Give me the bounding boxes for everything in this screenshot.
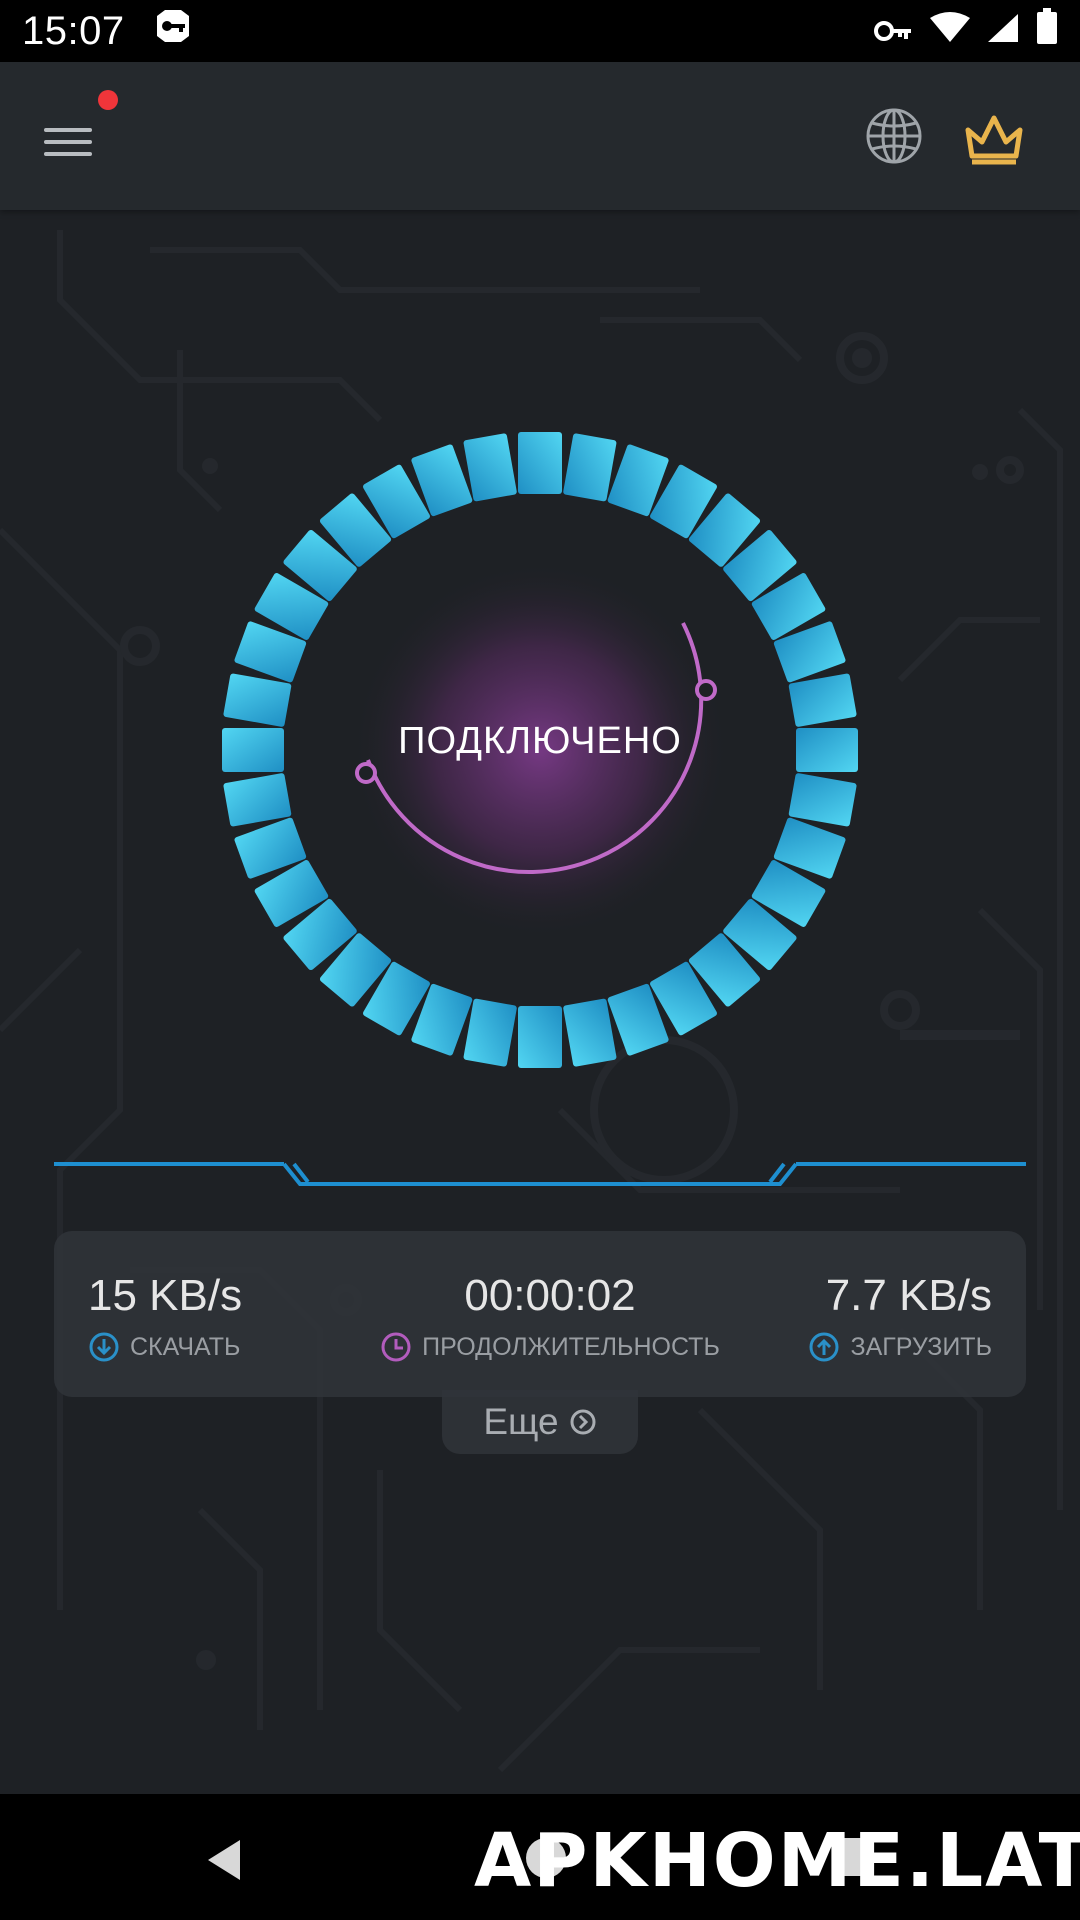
ring-segment	[518, 432, 562, 494]
ring-segment	[788, 673, 857, 727]
upload-stat: 7.7 KB/s ЗАГРУЗИТЬ	[808, 1271, 992, 1363]
premium-button[interactable]	[960, 104, 1028, 172]
upload-label: ЗАГРУЗИТЬ	[850, 1332, 992, 1361]
arc-start-dot	[355, 762, 377, 784]
download-stat: 15 KB/s СКАЧАТЬ	[88, 1271, 242, 1363]
back-icon[interactable]	[200, 1834, 252, 1886]
divider-line	[54, 1162, 1026, 1186]
duration-label: ПРОДОЛЖИТЕЛЬНОСТЬ	[422, 1332, 720, 1361]
battery-icon	[1036, 8, 1058, 54]
connection-duration: 00:00:02	[464, 1271, 636, 1320]
ring-segment	[463, 998, 517, 1067]
server-location-button[interactable]	[862, 104, 926, 168]
app-bar	[0, 62, 1080, 210]
ring-segment	[223, 673, 292, 727]
ring-segment	[563, 998, 617, 1067]
ring-segment	[518, 1006, 562, 1068]
wifi-icon	[930, 9, 970, 54]
vpn-key-status-icon	[151, 8, 195, 54]
arc-end-dot	[695, 679, 717, 701]
download-arrow-icon	[89, 1332, 119, 1362]
cell-signal-icon	[986, 9, 1020, 54]
more-button[interactable]: Еще	[442, 1390, 638, 1454]
clock-icon	[381, 1332, 411, 1362]
status-bar: 15:07	[0, 0, 1080, 62]
key-icon	[874, 9, 914, 54]
upload-speed: 7.7 KB/s	[825, 1271, 992, 1320]
watermark: APKHOME.LAT	[474, 1818, 1080, 1904]
globe-icon	[866, 108, 922, 164]
status-time: 15:07	[22, 8, 125, 53]
ring-segment	[463, 433, 517, 502]
ring-segment	[788, 773, 857, 827]
hamburger-menu-icon	[44, 128, 92, 156]
ring-segment	[222, 728, 284, 772]
chevron-right-circle-icon	[570, 1409, 596, 1435]
connection-status: ПОДКЛЮЧЕНО	[398, 720, 682, 762]
menu-button[interactable]	[30, 102, 110, 182]
crown-icon	[965, 115, 1023, 165]
screen: 15:07 ПОДКЛЮЧЕНО 15 KB/s СКАЧАТЬ 00:00:0…	[0, 0, 1080, 1920]
ring-segment	[223, 773, 292, 827]
status-icons	[874, 8, 1058, 54]
upload-arrow-icon	[809, 1332, 839, 1362]
stats-panel: 15 KB/s СКАЧАТЬ 00:00:02 ПРОДОЛЖИТЕЛЬНОС…	[54, 1231, 1026, 1397]
download-label: СКАЧАТЬ	[130, 1332, 241, 1361]
duration-stat: 00:00:02 ПРОДОЛЖИТЕЛЬНОСТЬ	[364, 1271, 736, 1363]
ring-segment	[563, 433, 617, 502]
notification-dot	[98, 90, 118, 110]
download-speed: 15 KB/s	[88, 1271, 243, 1320]
ring-segment	[796, 728, 858, 772]
more-label: Еще	[483, 1401, 559, 1442]
